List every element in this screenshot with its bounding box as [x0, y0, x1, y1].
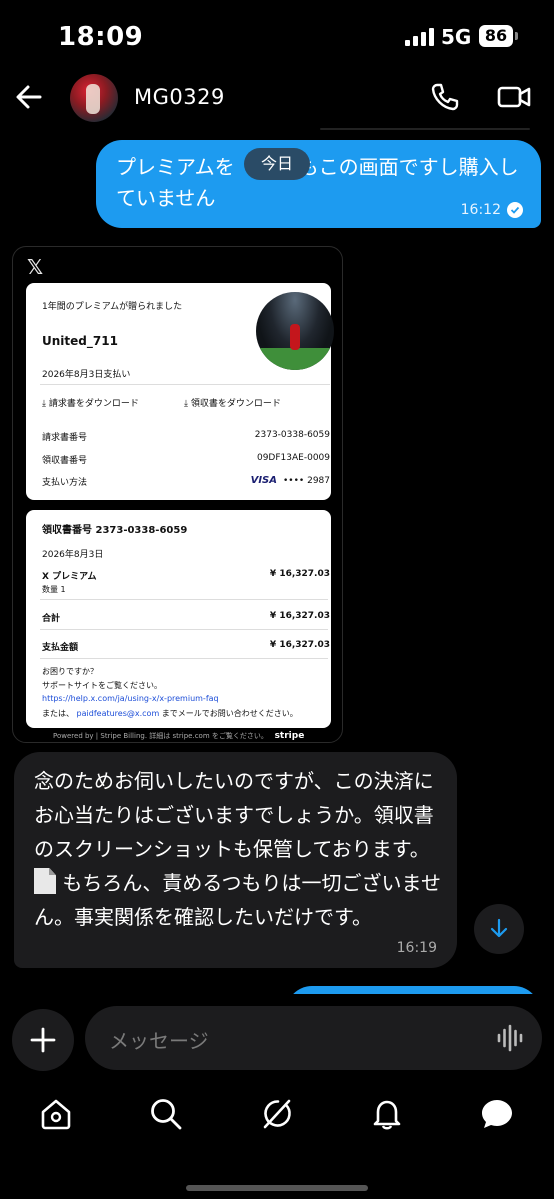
visa-logo: VISA [250, 475, 277, 486]
scroll-to-bottom-button[interactable] [474, 904, 524, 954]
gift-user: United_711 [42, 334, 118, 348]
help-url: https://help.x.com/ja/using-x/x-premium-… [42, 694, 219, 703]
status-time: 18:09 [58, 22, 144, 52]
download-invoice-link: ⤓ 請求書をダウンロード [42, 399, 139, 409]
help-site: サポートサイトをご覧ください。 [42, 681, 162, 690]
payment-method-row: 支払い方法 VISA •••• 2987 [42, 475, 330, 488]
gift-summary-card: 1年間のプレミアムが贈られました United_711 2026年8月3日支払い… [26, 283, 334, 500]
download-receipt-link: ⤓ 領収書をダウンロード [184, 399, 281, 409]
message-time: 16:19 [396, 940, 437, 956]
invoice-number-row: 請求書番号 2373-0338-6059 [42, 430, 330, 443]
messages-icon[interactable] [480, 1097, 514, 1131]
read-check-icon [507, 202, 523, 218]
bottom-navigation [0, 1080, 554, 1199]
message-text: 念のためお伺いしたいのですが、この決済にお心当たりはございますでしょうか。領収書… [34, 769, 441, 929]
pay-date: 2026年8月3日支払い [42, 370, 131, 380]
item-qty: 数量 1 [42, 585, 66, 594]
message-composer: メッセージ [0, 994, 554, 1080]
status-bar: 18:09 5G 86 [0, 0, 554, 72]
document-emoji-icon [34, 868, 56, 894]
message-input[interactable]: メッセージ [85, 1006, 542, 1070]
previous-message-edge [320, 128, 530, 130]
battery-icon: 86 [479, 25, 518, 47]
message-time: 16:12 [460, 202, 501, 218]
contact-name[interactable]: MG0329 [134, 85, 225, 109]
divider [40, 599, 328, 600]
mail-line: または、 paidfeatures@x.com までメールでお問い合わせください… [42, 709, 298, 718]
phone-icon[interactable] [430, 82, 460, 112]
message-meta: 16:12 [461, 202, 523, 218]
user-photo [256, 292, 334, 370]
divider [40, 629, 328, 630]
incoming-message[interactable]: 念のためお伺いしたいのですが、この決済にお心当たりはございますでしょうか。領収書… [14, 752, 457, 968]
network-type: 5G [441, 25, 472, 49]
item-row: X プレミアム ¥ 16,327.03 [42, 569, 330, 582]
voice-message-icon[interactable] [496, 1024, 524, 1052]
search-icon[interactable] [149, 1097, 183, 1131]
chat-header: MG0329 [0, 72, 554, 128]
add-attachment-button[interactable] [12, 1009, 74, 1071]
gift-text: 1年間のプレミアムが贈られました [42, 302, 183, 312]
paid-row: 支払金額 ¥ 16,327.03 [42, 640, 330, 653]
signal-icon [405, 28, 434, 46]
powered-by-stripe: Powered by | Stripe Billing. 詳細は stripe.… [53, 731, 305, 741]
receipt-detail-card: 領収書番号 2373-0338-6059 2026年8月3日 X プレミアム ¥ … [26, 510, 331, 728]
arrow-down-icon [490, 918, 508, 938]
receipt-title: 領収書番号 2373-0338-6059 [42, 525, 188, 536]
receipt-image-attachment[interactable]: 𝕏 1年間のプレミアムが贈られました United_711 2026年8月3日支… [12, 246, 343, 743]
help-question: お困りですか？ [42, 667, 98, 676]
divider [40, 384, 330, 385]
notifications-icon[interactable] [370, 1097, 404, 1131]
x-logo-icon: 𝕏 [27, 255, 44, 279]
video-call-icon[interactable] [497, 82, 531, 112]
plus-icon [30, 1027, 56, 1053]
outgoing-message[interactable]: プレミアムを もこの画面ですし購入していません 16:12 [96, 140, 541, 228]
total-row: 合計 ¥ 16,327.03 [42, 611, 330, 624]
back-arrow-icon[interactable] [14, 82, 44, 112]
date-separator: 今日 [244, 148, 310, 180]
home-icon[interactable] [39, 1097, 73, 1131]
receipt-number-row: 領収書番号 09DF13AE-0009 [42, 453, 330, 466]
avatar[interactable] [70, 74, 118, 122]
divider [40, 658, 328, 659]
grok-icon[interactable] [259, 1097, 293, 1131]
receipt-date: 2026年8月3日 [42, 550, 104, 560]
message-placeholder: メッセージ [109, 1029, 209, 1053]
home-indicator [186, 1185, 368, 1191]
